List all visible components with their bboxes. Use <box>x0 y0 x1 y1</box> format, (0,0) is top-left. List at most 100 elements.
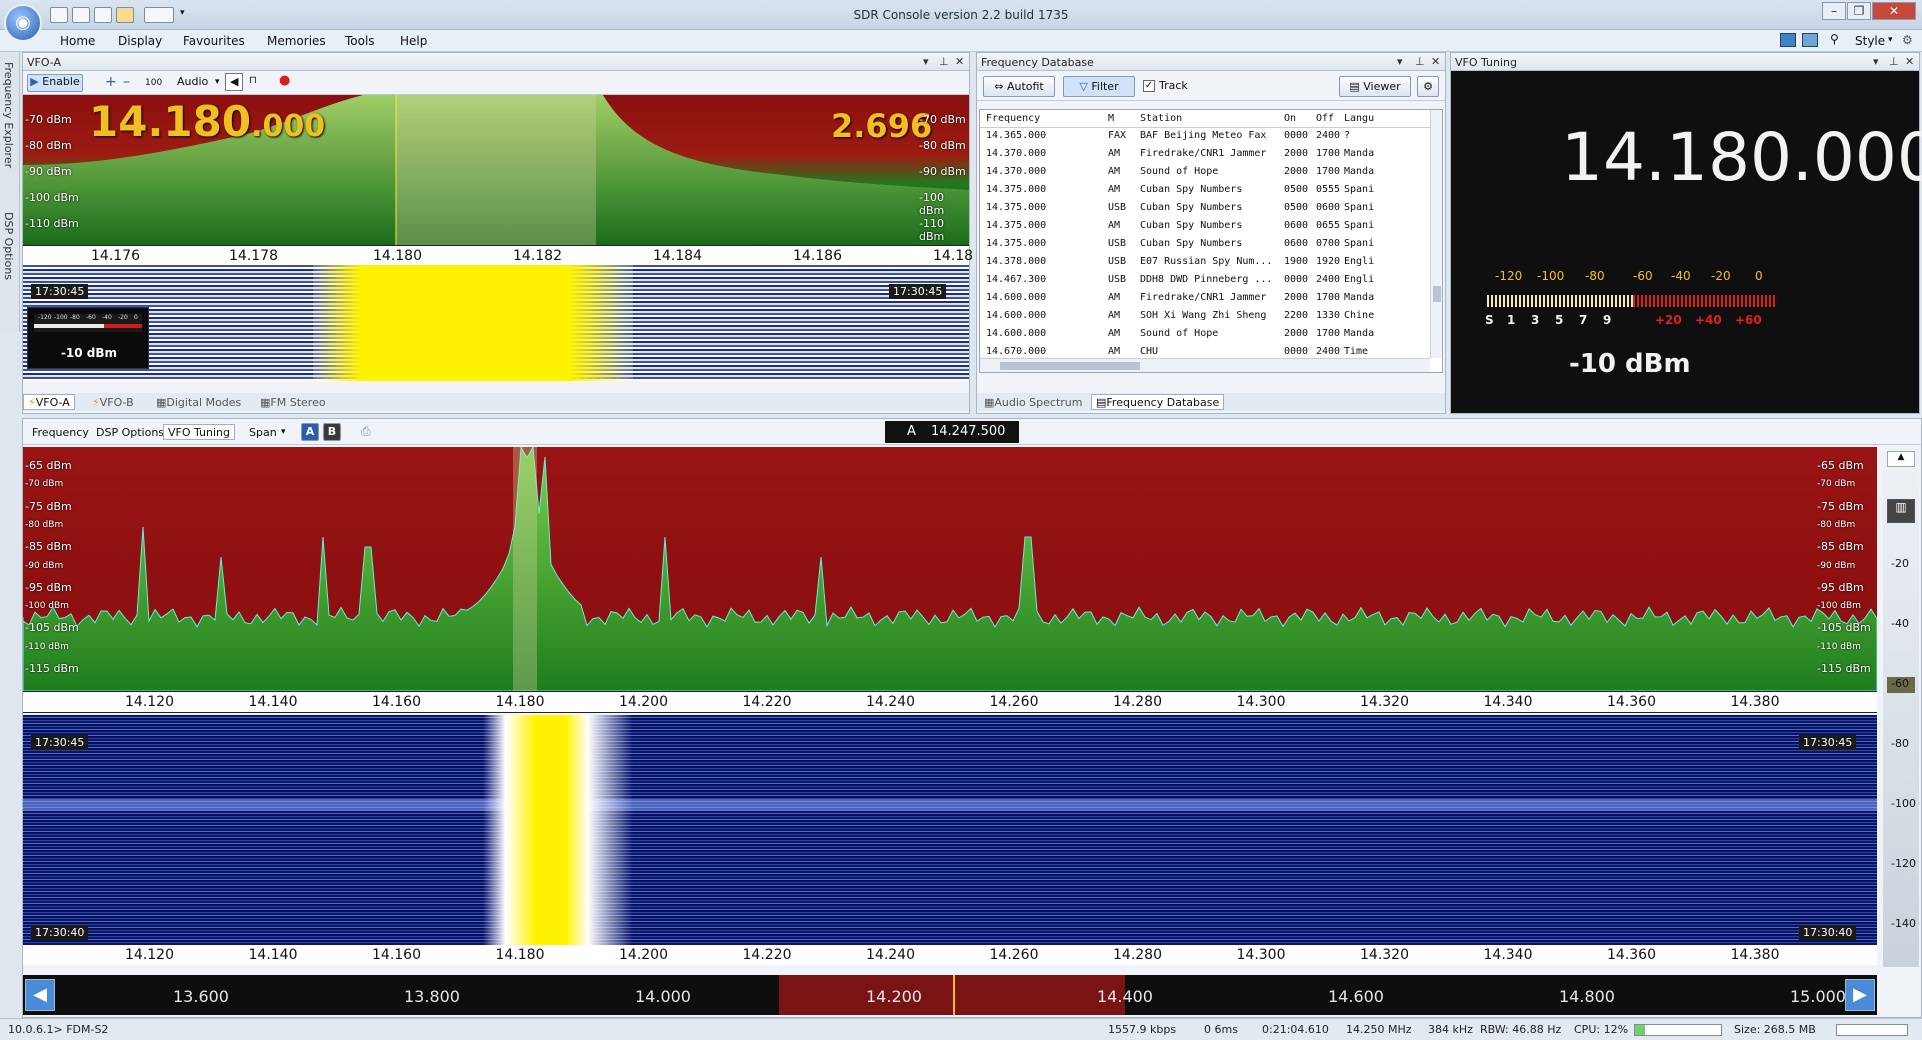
zoom-out-icon[interactable]: – <box>119 74 134 92</box>
main-waterfall[interactable]: 17:30:45 17:30:45 17:30:40 17:30:40 <box>23 715 1877 945</box>
settings-gear-icon[interactable]: ⚙ <box>1902 33 1913 47</box>
layout-alt-icon[interactable] <box>1802 33 1818 47</box>
table-row[interactable]: 14.600.000 AM Firedrake/CNR1 Jammer 2000 170… <box>980 292 1374 307</box>
squelch-icon[interactable]: ⊓ <box>245 73 261 91</box>
vfo-b-button[interactable]: B <box>323 423 341 441</box>
close-button[interactable]: ✕ <box>1872 2 1916 20</box>
pin-icon[interactable]: ⊥ <box>939 55 949 68</box>
pane-close-icon[interactable]: ✕ <box>1431 55 1440 68</box>
track-checkbox[interactable]: ✓ <box>1143 80 1155 92</box>
span-dropdown[interactable]: Span <box>249 426 277 439</box>
table-row[interactable]: 14.365.000 FAX BAF Beijing Meteo Fax 0000 24… <box>980 130 1350 145</box>
tab-tools[interactable]: Tools <box>345 34 375 48</box>
vfo-frequency-display[interactable]: 14.180.000 <box>89 97 325 146</box>
dbm-label: -85 dBm <box>1817 540 1864 554</box>
tab-home[interactable]: Home <box>60 34 95 48</box>
dbm-label: -100 dBm <box>25 601 69 612</box>
pane-close-icon[interactable]: ✕ <box>1905 55 1914 68</box>
tab-vfo-tuning[interactable]: VFO Tuning <box>163 424 236 440</box>
vfo-spectrum[interactable]: 14.180.000 2.696 -70 dBm -80 dBm -90 dBm… <box>23 95 969 245</box>
layout-icon[interactable] <box>1780 33 1796 47</box>
tab-vfo-a[interactable]: ⚡VFO-A <box>23 394 75 410</box>
audio-dropdown[interactable]: Audio <box>173 74 212 92</box>
vfo-waterfall[interactable]: 17:30:45 17:30:45 -120 -100 -80 -60 -40 … <box>23 265 969 381</box>
pane-menu-icon[interactable]: ▾ <box>1397 55 1403 68</box>
step-button[interactable]: 100 <box>141 75 166 93</box>
column-header[interactable]: Off <box>1316 113 1334 124</box>
viewer-button[interactable]: ▤ Viewer <box>1339 76 1411 97</box>
pane-menu-icon[interactable]: ▾ <box>1873 55 1879 68</box>
record-icon[interactable]: ● <box>275 73 294 91</box>
tab-dsp-options[interactable]: DSP Options <box>91 424 169 440</box>
span-dropdown-arrow-icon[interactable]: ▾ <box>281 427 286 437</box>
table-row[interactable]: 14.375.000 AM Cuban Spy Numbers 0500 0555 Spa… <box>980 184 1374 199</box>
scroll-right-button[interactable]: ▶ <box>1845 979 1875 1011</box>
band-strip[interactable]: ◀ ▶ 13.600 13.800 14.000 14.200 14.400 14.600… <box>23 975 1877 1015</box>
table-row[interactable]: 14.600.000 AM SOH Xi Wang Zhi Sheng 2200 133… <box>980 310 1374 325</box>
status-bar: 10.0.6.1> FDM-S2 1557.9 kbps 0 6ms 0:21:… <box>0 1018 1922 1040</box>
table-row[interactable]: 14.600.000 AM Sound of Hope 2000 1700 Manda <box>980 328 1374 343</box>
mini-tick: -60 <box>86 314 96 321</box>
tab-display[interactable]: Display <box>118 34 162 48</box>
lightning-icon: ⚡ <box>28 396 36 409</box>
waterfall-frequency-scale[interactable]: 14.120 14.140 14.160 14.180 14.200 14.220 14.2… <box>23 945 1877 965</box>
tab-audio-spectrum[interactable]: ▦Audio Spectrum <box>979 394 1087 410</box>
main-spectrum[interactable]: -65 dBm -70 dBm -75 dBm -80 dBm -85 dBm -90 d… <box>23 447 1877 691</box>
tab-digital-modes[interactable]: ▦Digital Modes <box>151 394 246 410</box>
vfo-a-button[interactable]: A <box>301 423 319 441</box>
table-row[interactable]: 14.375.000 USB Cuban Spy Numbers 0500 0600 Sp… <box>980 202 1374 217</box>
column-header[interactable]: M <box>1108 113 1114 124</box>
table-row[interactable]: 14.370.000 AM Firedrake/CNR1 Jammer 2000 170… <box>980 148 1374 163</box>
column-header[interactable]: Frequency <box>986 113 1040 124</box>
scroll-thumb[interactable] <box>1433 286 1441 302</box>
speaker-icon[interactable]: ◀ <box>225 73 244 91</box>
table-row[interactable]: 14.375.000 USB Cuban Spy Numbers 0600 0700 Sp… <box>980 238 1374 253</box>
viewer-icon: ▤ <box>1349 80 1360 93</box>
filter-label: Filter <box>1091 80 1119 93</box>
dsp-options-tab[interactable]: DSP Options <box>2 212 16 322</box>
vfo-tuning-frequency[interactable]: 14.180.000 <box>1561 119 1922 196</box>
style-icon[interactable]: ⚲ <box>1830 32 1839 46</box>
freq-explorer-tab[interactable]: Frequency Explorer <box>2 62 16 192</box>
scale-label: 14.240 <box>866 947 915 963</box>
app-menu-orb-icon[interactable]: ◉ <box>4 4 42 42</box>
pane-close-icon[interactable]: ✕ <box>955 55 964 68</box>
tab-frequency-database[interactable]: ▤Frequency Database <box>1091 394 1225 410</box>
scroll-thumb[interactable] <box>1000 362 1140 370</box>
tab-vfo-b[interactable]: ⚡VFO-B <box>87 394 139 410</box>
autofit-button[interactable]: ⇔ Autofit <box>983 76 1055 97</box>
pin-icon[interactable]: ⊥ <box>1415 55 1425 68</box>
scroll-left-button[interactable]: ◀ <box>25 979 55 1011</box>
pin-icon[interactable]: ⊥ <box>1889 55 1899 68</box>
print-icon[interactable]: ⎙ <box>361 424 371 439</box>
tab-fm-stereo[interactable]: ▦FM Stereo <box>255 394 331 410</box>
tab-frequency[interactable]: Frequency <box>27 424 94 440</box>
zoom-in-icon[interactable]: + <box>101 74 121 92</box>
column-header[interactable]: On <box>1284 113 1296 124</box>
style-dropdown[interactable]: Style <box>1855 34 1885 48</box>
maximize-button[interactable]: ❐ <box>1847 2 1871 20</box>
minimize-button[interactable]: – <box>1822 2 1846 20</box>
tab-memories[interactable]: Memories <box>267 34 326 48</box>
tab-help[interactable]: Help <box>400 34 427 48</box>
pane-menu-icon[interactable]: ▾ <box>923 55 929 68</box>
style-dropdown-arrow-icon[interactable]: ▾ <box>1888 35 1893 45</box>
column-header[interactable]: Langu <box>1344 113 1374 124</box>
vfo-frequency-scale[interactable]: 14.176 14.178 14.180 14.182 14.184 14.18… <box>23 245 973 265</box>
table-row[interactable]: 14.375.000 AM Cuban Spy Numbers 0600 0655 Spa… <box>980 220 1374 235</box>
settings-icon[interactable]: ⚙ <box>1417 76 1439 97</box>
enable-button[interactable]: ▶ Enable <box>27 74 83 92</box>
table-row[interactable]: 14.467.300 USB DDH8 DWD Pinneberg ... 0000 2… <box>980 274 1374 289</box>
table-row[interactable]: 14.378.000 USB E07 Russian Spy Num... 1900 1… <box>980 256 1374 271</box>
audio-dropdown-arrow-icon[interactable]: ▾ <box>211 74 224 92</box>
table-row[interactable]: 14.370.000 AM Sound of Hope 2000 1700 Manda <box>980 166 1374 181</box>
scale-label: 14.360 <box>1607 694 1656 710</box>
tab-favourites[interactable]: Favourites <box>183 34 245 48</box>
chart-icon[interactable]: ▥ <box>1887 499 1915 523</box>
main-frequency-scale[interactable]: 14.120 14.140 14.160 14.180 14.200 14.220 14.2… <box>23 691 1877 713</box>
filter-button[interactable]: ▽ Filter <box>1063 76 1135 97</box>
vertical-scrollbar[interactable] <box>1430 110 1442 358</box>
column-header[interactable]: Station <box>1140 113 1182 124</box>
horizontal-scrollbar[interactable] <box>980 358 1430 372</box>
scroll-up-icon[interactable]: ▲ <box>1887 451 1915 467</box>
